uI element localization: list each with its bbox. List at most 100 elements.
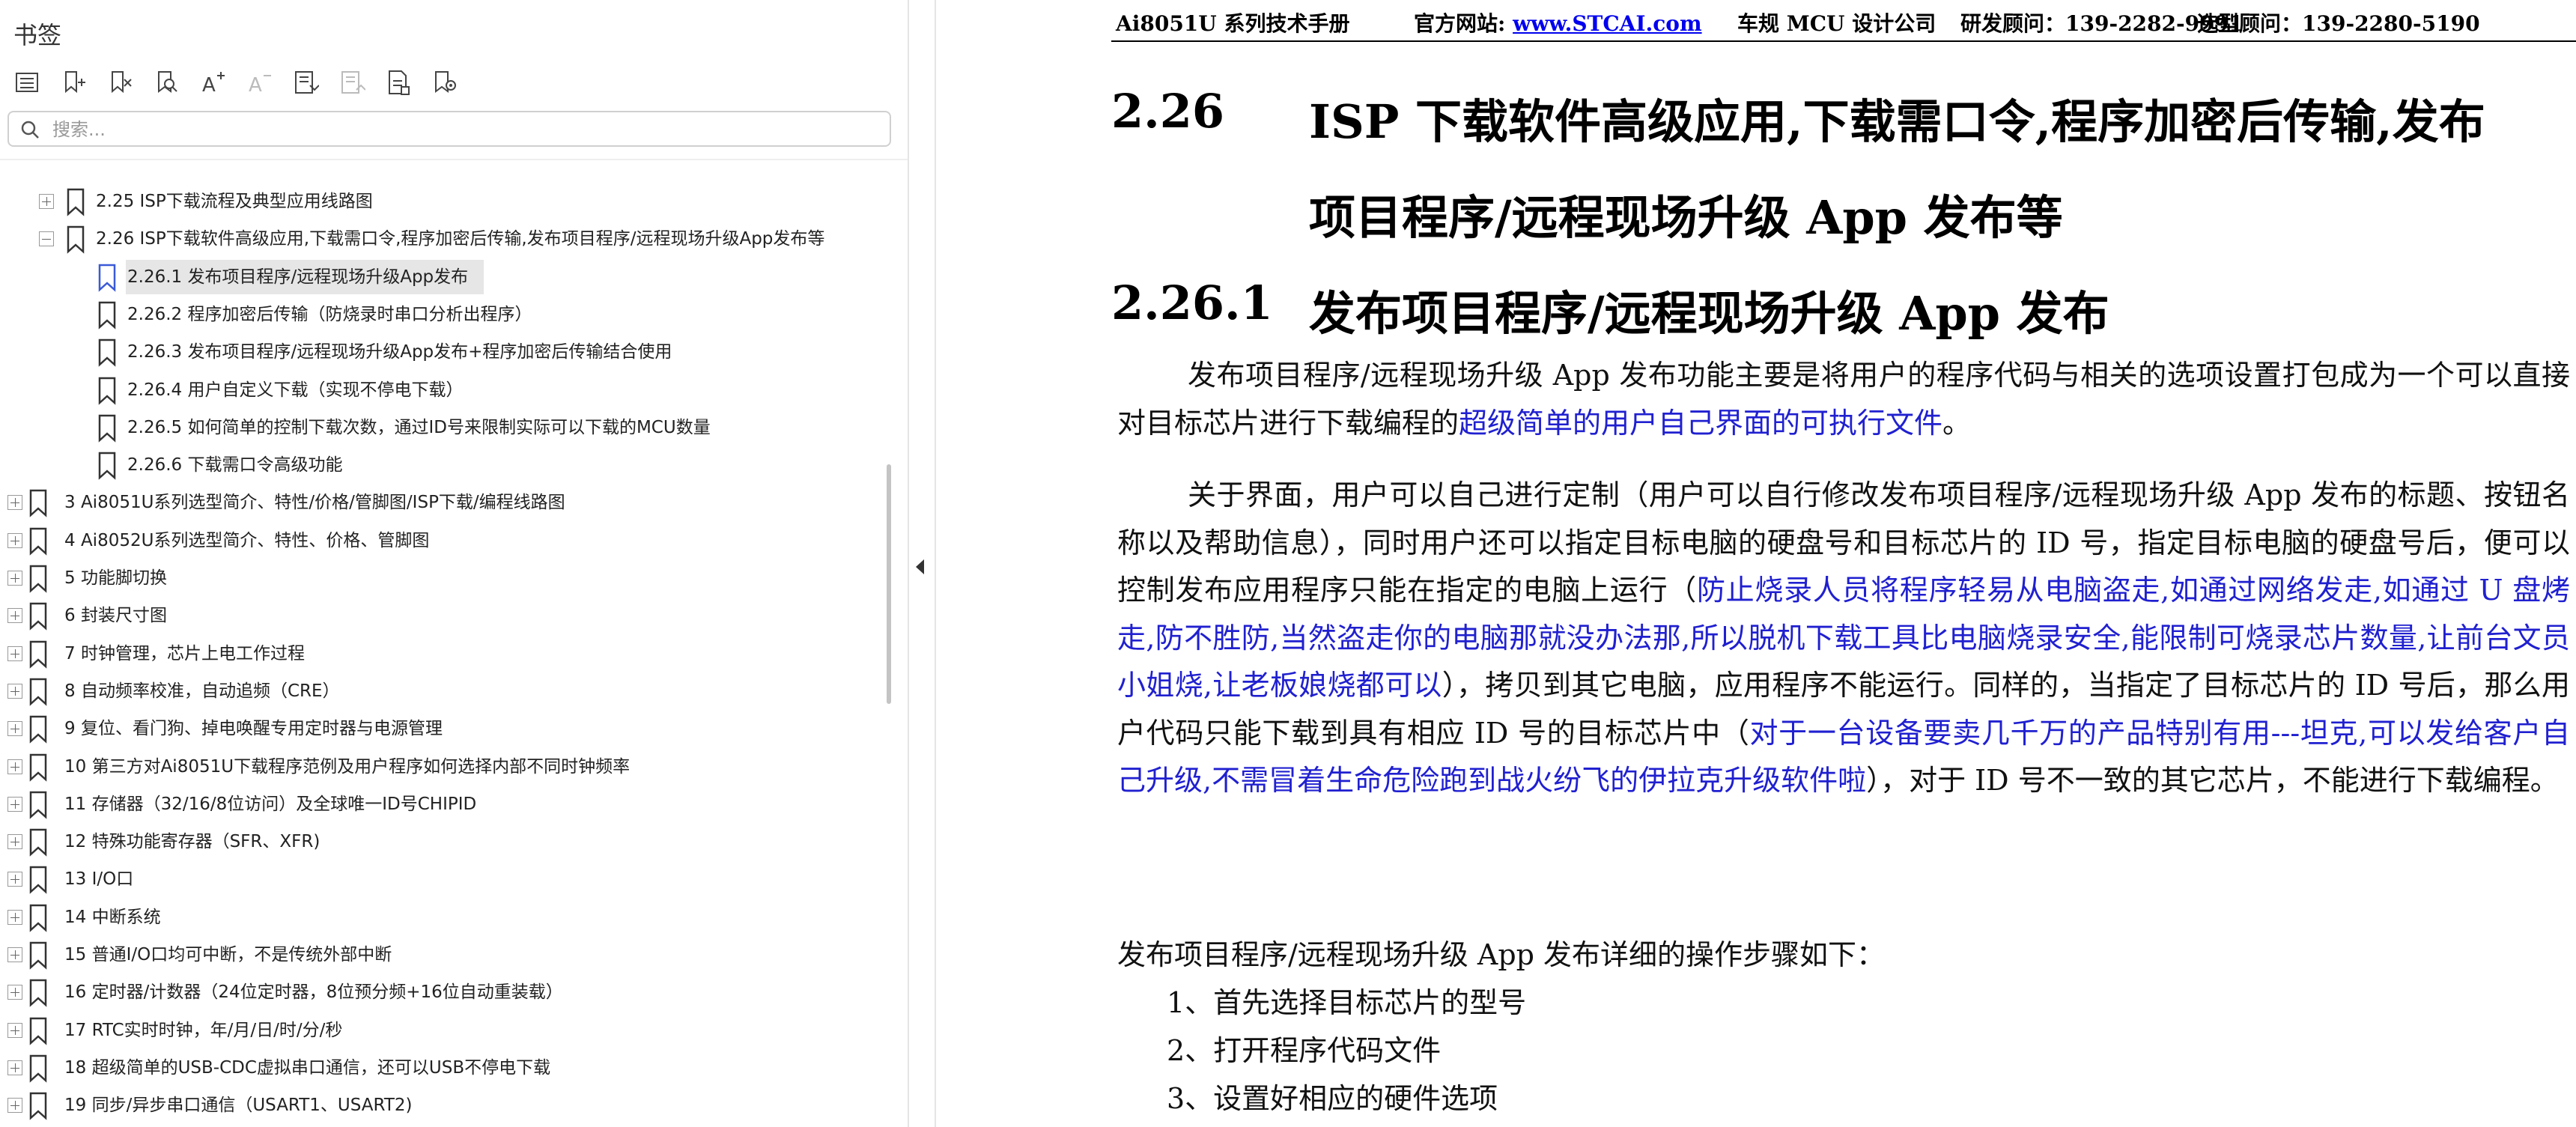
bookmark-item[interactable]: 15 普通I/O口均可中断，不是传统外部中断: [0, 936, 884, 973]
bookmark-item[interactable]: 6 封装尺寸图: [0, 597, 884, 634]
bookmark-icon: [98, 301, 116, 329]
bookmark-properties-icon[interactable]: [382, 66, 415, 99]
bookmark-item[interactable]: 17 RTC实时时钟，年/月/日/时/分/秒: [0, 1012, 884, 1049]
expand-toggle-icon[interactable]: [7, 909, 22, 925]
bookmark-item[interactable]: 16 定时器/计数器（24位定时器，8位预分频+16位自动重装载）: [0, 973, 884, 1011]
header-sales-contact: 选型顾问：139-2280-5190: [2197, 11, 2480, 36]
bookmark-icon: [67, 188, 85, 216]
bookmark-label: 4 Ai8052U系列选型简介、特性、价格、管脚图: [64, 530, 430, 550]
bookmark-item[interactable]: 10 第三方对Ai8051U下载程序范例及用户程序如何选择内部不同时钟频率: [0, 748, 884, 786]
expand-toggle-icon[interactable]: [7, 759, 22, 774]
bookmark-icon: [98, 377, 116, 405]
bookmark-label: 17 RTC实时时钟，年/月/日/时/分/秒: [64, 1020, 343, 1040]
paragraph-interface: 关于界面，用户可以自己进行定制（用户可以自行修改发布项目程序/远程现场升级 Ap…: [1117, 472, 2570, 805]
bookmark-item[interactable]: 5 功能脚切换: [0, 559, 884, 597]
sidebar-scrollbar[interactable]: [887, 464, 891, 704]
step-item: 1、首先选择目标芯片的型号: [1167, 986, 1527, 1019]
header-rule: [1111, 40, 2576, 42]
expand-toggle-icon[interactable]: [7, 532, 22, 548]
expand-toggle-icon[interactable]: [7, 495, 22, 511]
bookmark-icon: [29, 490, 47, 518]
bookmark-icon: [29, 1017, 47, 1045]
bookmark-item[interactable]: 2.26.1 发布项目程序/远程现场升级App发布: [0, 258, 884, 296]
bookmark-item[interactable]: 11 存储器（32/16/8位访问）及全球唯一ID号CHIPID: [0, 786, 884, 823]
bookmark-icon: [29, 866, 47, 895]
expand-toggle-icon[interactable]: [7, 1098, 22, 1114]
bookmark-label: 12 特殊功能寄存器（SFR、XFR): [64, 832, 321, 852]
header-site-link[interactable]: www.STCAI.com: [1513, 11, 1702, 36]
bookmark-item[interactable]: 2.26.4 用户自定义下载（实现不停电下载）: [0, 371, 884, 409]
bookmark-label: 16 定时器/计数器（24位定时器，8位预分频+16位自动重装载）: [64, 982, 563, 1003]
bookmarks-panel: 书签 A A 2.25 ISP下载流程及典型应用线路图 2.26 ISP下载软件高…: [0, 0, 908, 1127]
bookmark-icon: [98, 264, 116, 292]
expand-toggle-icon[interactable]: [7, 985, 22, 1000]
step-item: 2、打开程序代码文件: [1167, 1034, 1442, 1067]
collapse-toggle-icon[interactable]: [39, 231, 54, 247]
expand-toggle-icon[interactable]: [7, 571, 22, 586]
search-input[interactable]: [51, 117, 878, 142]
bookmark-label: 13 I/O口: [64, 869, 134, 890]
expand-toggle-icon[interactable]: [39, 194, 54, 209]
bookmark-item[interactable]: 2.26.5 如何简单的控制下载次数，通过ID号来限制实际可以下载的MCU数量: [0, 409, 884, 446]
enlarge-text-icon[interactable]: A: [196, 66, 229, 99]
collapse-panel-icon[interactable]: [909, 556, 932, 578]
section-2-26-title-line1: ISP 下载软件高级应用,下载需口令,程序加密后传输,发布: [1309, 94, 2485, 149]
bookmark-label: 2.26.3 发布项目程序/远程现场升级App发布+程序加密后传输结合使用: [127, 342, 672, 362]
section-2-26-number: 2.26: [1111, 84, 1225, 139]
bookmark-label: 9 复位、看门狗、掉电唤醒专用定时器与电源管理: [64, 719, 443, 739]
bookmark-search-box[interactable]: [7, 111, 891, 147]
expand-toggle-icon[interactable]: [7, 645, 22, 661]
section-2-26-title-line2: 项目程序/远程现场升级 App 发布等: [1309, 190, 2063, 245]
bookmark-item[interactable]: 3 Ai8051U系列选型简介、特性/价格/管脚图/ISP下载/编程线路图: [0, 484, 884, 521]
expand-toggle-icon[interactable]: [7, 796, 22, 812]
section-2-26-1-title: 发布项目程序/远程现场升级 App 发布: [1309, 286, 2109, 341]
expand-toggle-icon[interactable]: [7, 608, 22, 624]
bookmark-item[interactable]: 8 自动频率校准，自动追频（CRE）: [0, 672, 884, 710]
jump-to-bookmark-icon[interactable]: [428, 66, 461, 99]
steps-intro: 发布项目程序/远程现场升级 App 发布详细的操作步骤如下：: [1117, 938, 1886, 971]
bookmark-item[interactable]: 2.25 ISP下载流程及典型应用线路图: [0, 183, 884, 220]
bookmark-icon: [29, 678, 47, 706]
bookmark-item[interactable]: 18 超级简单的USB-CDC虚拟串口通信，还可以USB不停电下载: [0, 1049, 884, 1087]
bookmark-icon: [29, 603, 47, 631]
expand-bookmark-icon[interactable]: [289, 66, 322, 99]
bookmark-icon: [67, 226, 85, 255]
bookmark-item[interactable]: 7 时钟管理，芯片上电工作过程: [0, 635, 884, 672]
expand-toggle-icon[interactable]: [7, 683, 22, 699]
find-bookmark-icon[interactable]: [150, 66, 183, 99]
bookmark-item[interactable]: 4 Ai8052U系列选型简介、特性、价格、管脚图: [0, 522, 884, 559]
bookmark-icon: [29, 640, 47, 669]
bookmark-item[interactable]: 13 I/O口: [0, 860, 884, 898]
paragraph-intro-end: 。: [1942, 406, 1972, 440]
delete-bookmark-icon[interactable]: [103, 66, 136, 99]
bookmark-item[interactable]: 14 中断系统: [0, 899, 884, 936]
expand-toggle-icon[interactable]: [7, 834, 22, 850]
expand-toggle-icon[interactable]: [7, 721, 22, 737]
add-bookmark-icon[interactable]: [57, 66, 90, 99]
bookmark-item[interactable]: 2.26 ISP下载软件高级应用,下载需口令,程序加密后传输,发布项目程序/远程…: [0, 220, 884, 258]
bookmark-label: 2.26.2 程序加密后传输（防烧录时串口分析出程序）: [127, 304, 532, 324]
bookmark-icon: [29, 979, 47, 1008]
bookmark-item[interactable]: 2.26.2 程序加密后传输（防烧录时串口分析出程序）: [0, 296, 884, 333]
shrink-text-icon: A: [243, 66, 276, 99]
bookmark-label: 3 Ai8051U系列选型简介、特性/价格/管脚图/ISP下载/编程线路图: [64, 493, 565, 513]
bookmark-item[interactable]: 19 同步/异步串口通信（USART1、USART2): [0, 1087, 884, 1124]
expand-toggle-icon[interactable]: [7, 947, 22, 962]
paragraph-intro-highlight: 超级简单的用户自己界面的可执行文件: [1459, 406, 1943, 440]
bookmark-label: 15 普通I/O口均可中断，不是传统外部中断: [64, 945, 392, 965]
header-site: 官方网站: www.STCAI.com: [1414, 7, 1702, 37]
bookmark-icon: [98, 414, 116, 443]
bookmark-icon: [29, 1092, 47, 1120]
bookmark-icon: [29, 527, 47, 556]
expand-toggle-icon[interactable]: [7, 872, 22, 887]
bookmark-list-icon[interactable]: [10, 66, 43, 99]
expand-toggle-icon[interactable]: [7, 1022, 22, 1038]
bookmark-item[interactable]: 2.26.6 下载需口令高级功能: [0, 446, 884, 484]
bookmark-item[interactable]: 9 复位、看门狗、掉电唤醒专用定时器与电源管理: [0, 710, 884, 747]
section-2-26-1-number: 2.26.1: [1111, 276, 1273, 330]
bookmark-icon: [29, 791, 47, 819]
expand-toggle-icon[interactable]: [7, 1060, 22, 1075]
bookmark-item[interactable]: 12 特殊功能寄存器（SFR、XFR): [0, 823, 884, 860]
bookmark-item[interactable]: 2.26.3 发布项目程序/远程现场升级App发布+程序加密后传输结合使用: [0, 333, 884, 371]
header-manual-title: Ai8051U 系列技术手册: [1116, 11, 1350, 36]
